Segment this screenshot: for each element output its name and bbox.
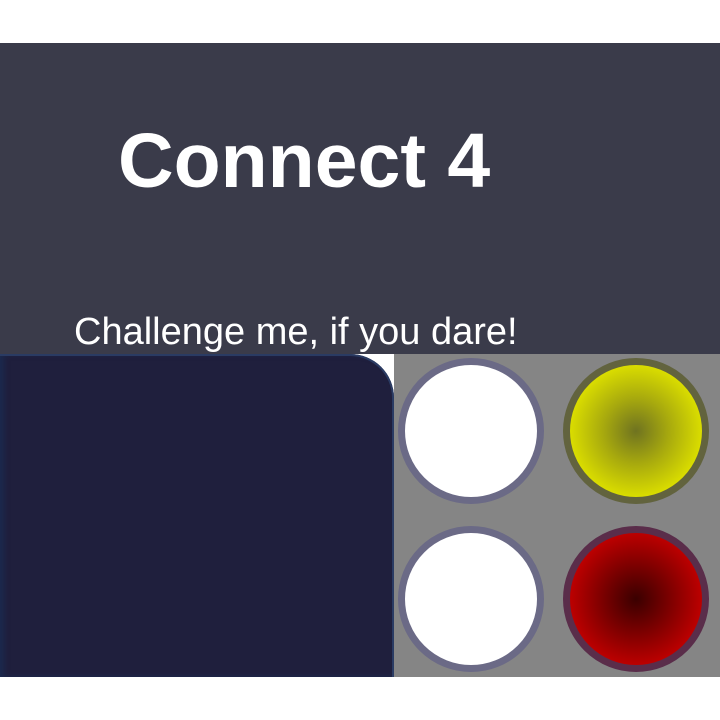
game-board — [394, 354, 720, 677]
top-margin — [0, 0, 720, 43]
page-title: Connect 4 — [118, 118, 491, 204]
board-cell-r2-c1-empty[interactable] — [398, 526, 544, 672]
board-cell-r2-c2-red[interactable] — [563, 526, 709, 672]
board-cell-r1-c2-yellow[interactable] — [563, 358, 709, 504]
board-cell-r1-c1-empty[interactable] — [398, 358, 544, 504]
tagline: Challenge me, if you dare! — [74, 311, 518, 353]
header: Connect 4 Challenge me, if you dare! — [0, 43, 720, 354]
bottom-margin — [0, 677, 720, 720]
side-panel — [0, 354, 394, 677]
